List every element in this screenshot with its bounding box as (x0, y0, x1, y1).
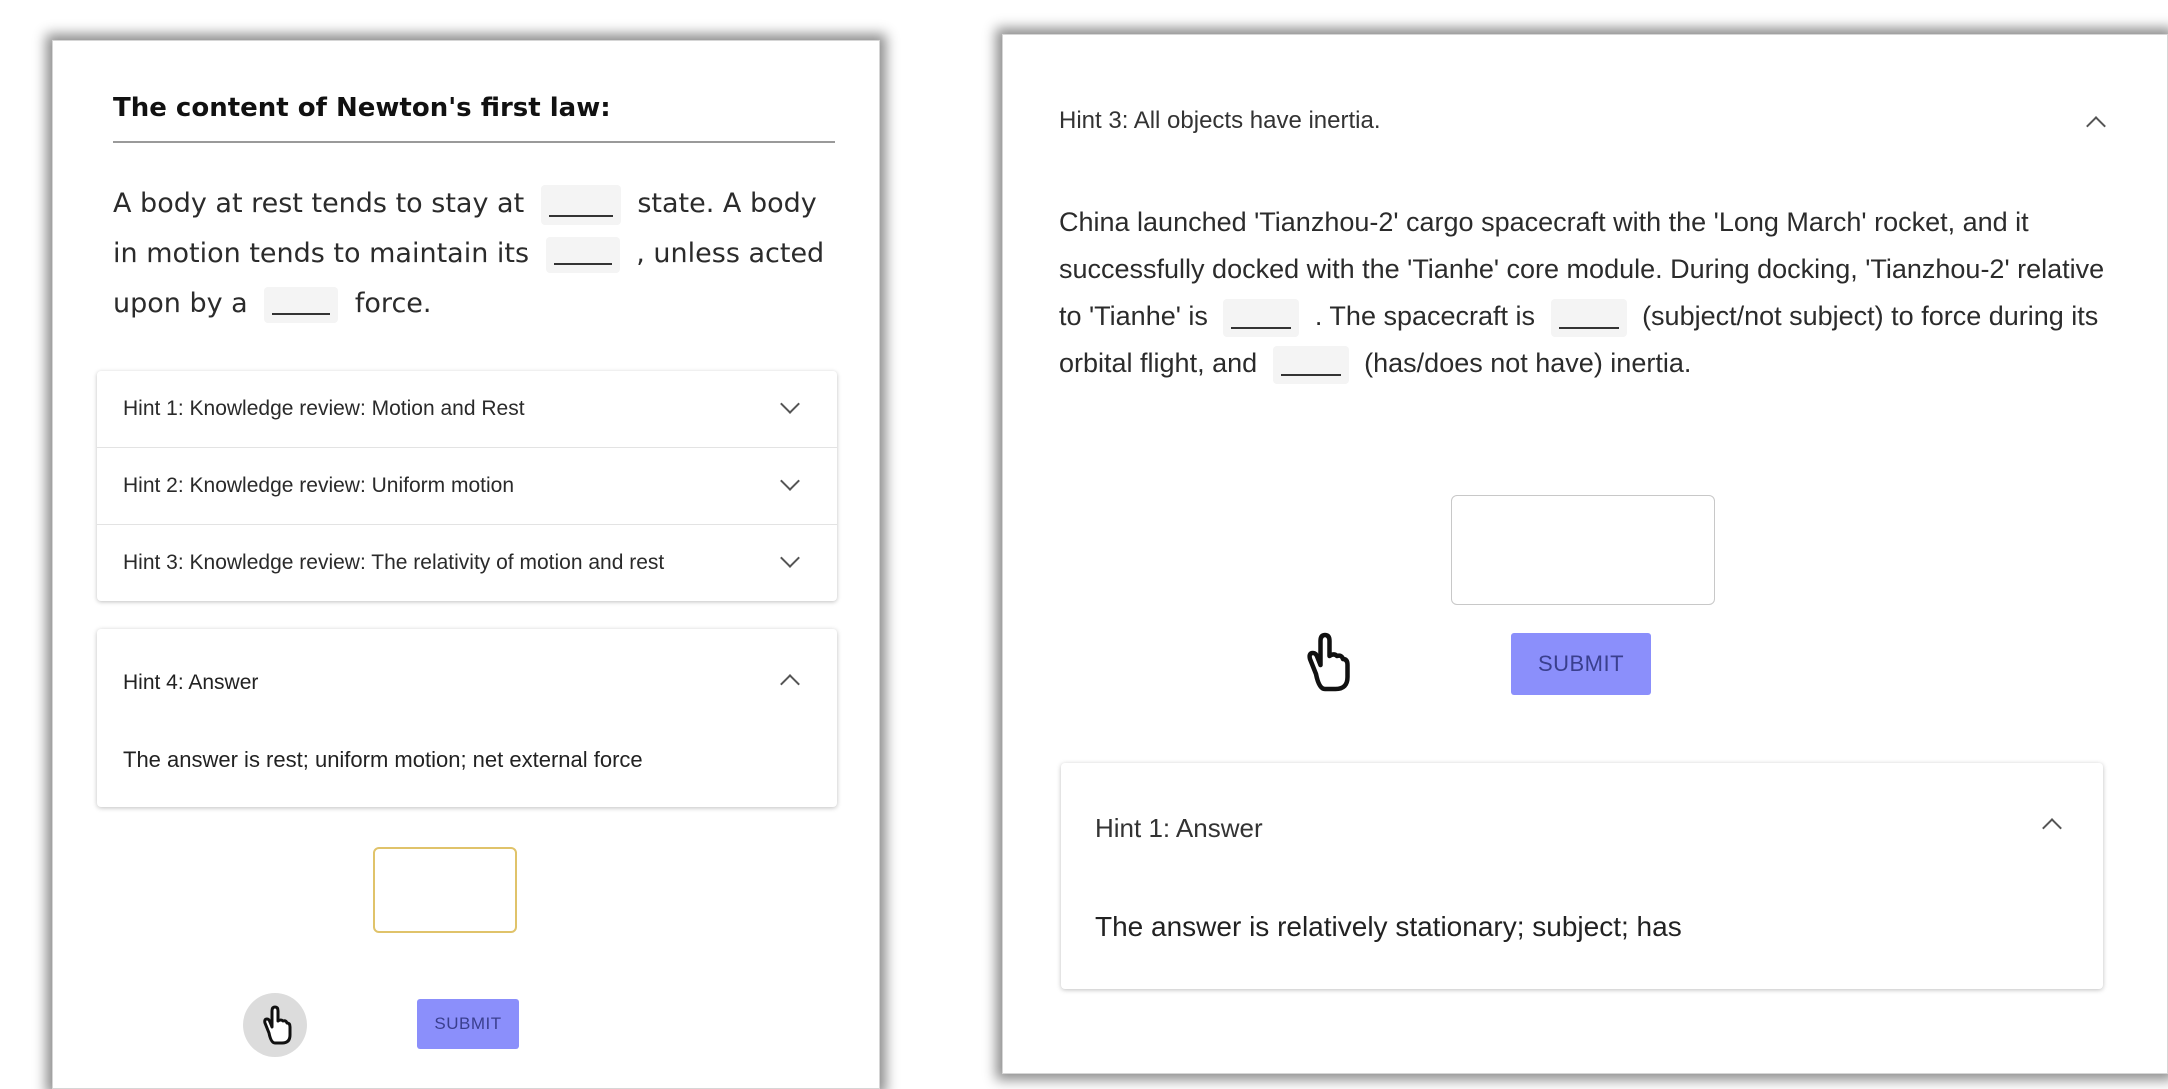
hint-4-answer: The answer is rest; uniform motion; net … (123, 747, 643, 772)
question-text-part2: . The spacecraft is (1314, 301, 1536, 331)
submit-button[interactable]: SUBMIT (1511, 633, 1651, 695)
hint-2-label: Hint 2: Knowledge review: Uniform motion (123, 474, 515, 497)
hand-pointer-icon (243, 993, 307, 1057)
hand-pointer-icon (1295, 627, 1359, 697)
chevron-down-icon (780, 394, 800, 414)
right-question-panel: Hint 3: All objects have inertia. China … (1002, 34, 2168, 1074)
blank-2[interactable] (1550, 298, 1627, 337)
question-title: The content of Newton's first law: (113, 93, 835, 143)
blank-3[interactable] (264, 286, 339, 323)
left-question-panel: The content of Newton's first law: A bod… (52, 40, 880, 1089)
chevron-up-icon[interactable] (2086, 116, 2106, 136)
hint-3-label[interactable]: Hint 3: All objects have inertia. (1059, 107, 1381, 135)
blank-1[interactable] (1223, 298, 1300, 337)
blank-2[interactable] (545, 236, 620, 273)
hint-3-label: Hint 3: Knowledge review: The relativity… (123, 551, 665, 574)
hint-2-row[interactable]: Hint 2: Knowledge review: Uniform motion (97, 448, 837, 525)
question-text: A body at rest tends to stay at state. A… (113, 179, 843, 329)
hint-3-row[interactable]: Hint 3: Knowledge review: The relativity… (97, 525, 837, 601)
chevron-up-icon[interactable] (780, 674, 800, 694)
question-text-part4: (has/does not have) inertia. (1364, 348, 1692, 378)
question-text-part4: force. (354, 288, 432, 319)
hint-accordion: Hint 1: Knowledge review: Motion and Res… (97, 371, 837, 601)
submit-button[interactable]: SUBMIT (417, 999, 519, 1049)
hint-4-label[interactable]: Hint 4: Answer (123, 671, 258, 695)
hint-1-label[interactable]: Hint 1: Answer (1095, 813, 1263, 844)
answer-input[interactable] (1451, 495, 1715, 605)
blank-3[interactable] (1272, 345, 1349, 384)
question-text-part1: A body at rest tends to stay at (113, 188, 525, 219)
hint-1-answer: The answer is relatively stationary; sub… (1095, 911, 1682, 942)
hint-1-card: Hint 1: Answer The answer is relatively … (1061, 763, 2103, 989)
hint-1-label: Hint 1: Knowledge review: Motion and Res… (123, 397, 525, 420)
question-text: China launched 'Tianzhou-2' cargo spacec… (1059, 199, 2119, 387)
chevron-down-icon (780, 471, 800, 491)
chevron-down-icon (780, 548, 800, 568)
hint-1-row[interactable]: Hint 1: Knowledge review: Motion and Res… (97, 371, 837, 448)
hint-4-card: Hint 4: Answer The answer is rest; unifo… (97, 629, 837, 807)
blank-1[interactable] (540, 184, 621, 225)
answer-input[interactable] (373, 847, 517, 933)
chevron-up-icon[interactable] (2042, 818, 2062, 838)
